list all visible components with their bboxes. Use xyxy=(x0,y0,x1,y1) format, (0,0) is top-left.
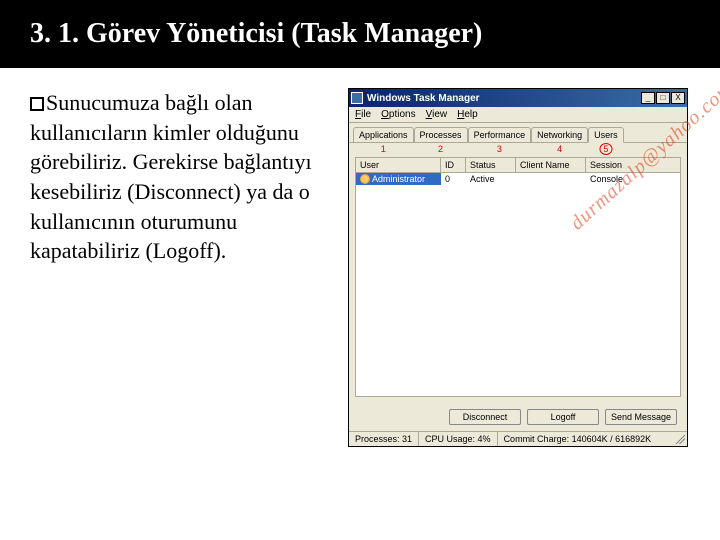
content-area: Sunucumuza bağlı olan kullanıcıların kim… xyxy=(0,68,720,447)
header-client[interactable]: Client Name xyxy=(516,158,586,172)
users-panel: User ID Status Client Name Session Admin… xyxy=(355,157,681,397)
tab-processes[interactable]: Processes2 xyxy=(414,127,468,142)
cell-user: Administrator xyxy=(356,173,441,185)
annotation-2: 2 xyxy=(438,144,443,154)
status-bar: Processes: 31 CPU Usage: 4% Commit Charg… xyxy=(349,431,687,446)
user-icon xyxy=(360,174,370,184)
minimize-button[interactable]: _ xyxy=(641,92,655,104)
send-message-button[interactable]: Send Message xyxy=(605,409,677,425)
status-commit: Commit Charge: 140604K / 616892K xyxy=(498,432,687,446)
header-status[interactable]: Status xyxy=(466,158,516,172)
cell-status: Active xyxy=(466,173,516,185)
menu-view[interactable]: View xyxy=(426,109,448,120)
annotation-1: 1 xyxy=(381,144,386,154)
column-headers: User ID Status Client Name Session xyxy=(356,158,680,173)
header-id[interactable]: ID xyxy=(441,158,466,172)
status-cpu: CPU Usage: 4% xyxy=(419,432,498,446)
menu-help[interactable]: Help xyxy=(457,109,478,120)
app-icon xyxy=(351,92,363,104)
annotation-4: 4 xyxy=(557,144,562,154)
menu-file[interactable]: File xyxy=(355,109,371,120)
action-buttons: Disconnect Logoff Send Message xyxy=(349,403,687,431)
status-processes: Processes: 31 xyxy=(349,432,419,446)
resize-grip-icon[interactable] xyxy=(673,432,685,444)
slide: 3. 1. Görev Yöneticisi (Task Manager) Su… xyxy=(0,0,720,540)
tab-strip: Applications1 Processes2 Performance3 Ne… xyxy=(349,123,687,143)
body-text-block: Sunucumuza bağlı olan kullanıcıların kim… xyxy=(30,88,340,447)
tab-applications[interactable]: Applications1 xyxy=(353,127,414,142)
header-session[interactable]: Session xyxy=(586,158,680,172)
window-buttons: _ □ X xyxy=(641,92,685,104)
table-row[interactable]: Administrator 0 Active Console xyxy=(356,173,680,185)
menu-bar: File Options View Help xyxy=(349,107,687,123)
disconnect-button[interactable]: Disconnect xyxy=(449,409,521,425)
maximize-button[interactable]: □ xyxy=(656,92,670,104)
header-user[interactable]: User xyxy=(356,158,441,172)
window-title: Windows Task Manager xyxy=(367,93,641,104)
cell-client xyxy=(516,173,586,185)
body-text: Sunucumuza bağlı olan kullanıcıların kim… xyxy=(30,90,312,263)
slide-title: 3. 1. Görev Yöneticisi (Task Manager) xyxy=(0,0,720,68)
task-manager-window: Windows Task Manager _ □ X File Options … xyxy=(348,88,688,447)
annotation-3: 3 xyxy=(497,144,502,154)
close-button[interactable]: X xyxy=(671,92,685,104)
tab-networking[interactable]: Networking4 xyxy=(531,127,588,142)
bullet-icon xyxy=(30,97,44,111)
logoff-button[interactable]: Logoff xyxy=(527,409,599,425)
tab-users[interactable]: Users5 xyxy=(588,127,624,143)
window-titlebar[interactable]: Windows Task Manager _ □ X xyxy=(349,89,687,107)
cell-id: 0 xyxy=(441,173,466,185)
menu-options[interactable]: Options xyxy=(381,109,415,120)
tab-performance[interactable]: Performance3 xyxy=(468,127,532,142)
cell-session: Console xyxy=(586,173,680,185)
annotation-5: 5 xyxy=(599,144,612,154)
